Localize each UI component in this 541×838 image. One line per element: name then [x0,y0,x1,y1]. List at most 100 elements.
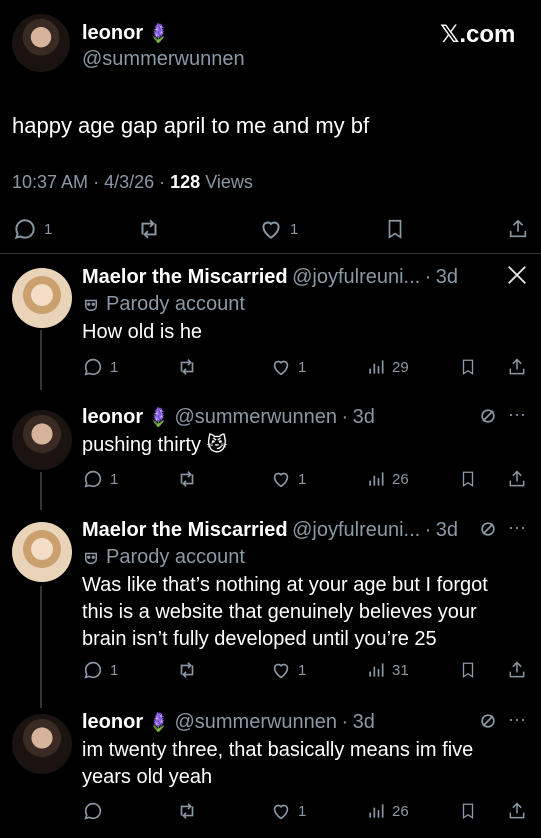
like-button[interactable]: 1 [270,800,306,822]
views-count: 26 [392,802,409,820]
retweet-button[interactable] [175,356,199,378]
views-count: 128 [170,172,201,192]
retweet-icon [141,219,157,239]
meta-dot: · [159,172,171,192]
reply-handle[interactable]: @summerwunnen [174,711,337,733]
reply-avatar[interactable] [12,410,72,470]
main-like-count: 1 [290,220,299,238]
views-button[interactable]: 26 [366,800,409,822]
share-icon [509,358,525,375]
reply-age: 3d [435,266,459,288]
main-retweet-button[interactable] [135,216,163,242]
more-icon[interactable]: ··· [508,709,526,730]
share-icon [509,802,525,819]
share-button[interactable] [507,800,527,822]
retweet-button[interactable] [175,468,199,490]
heart-icon [273,360,289,376]
bookmark-button[interactable] [459,659,477,681]
more-icon[interactable]: ··· [508,517,526,538]
reply-header: leonor 🪻 @summerwunnen · 3d [82,406,375,429]
reply-button[interactable]: 1 [82,659,118,681]
reply-icon [84,470,102,488]
reply-emoji: 🪻 [147,712,170,732]
author-avatar[interactable] [12,14,70,72]
post-meta: 10:37 AM · 4/3/26 · 128 Views [12,172,253,193]
reply-icon [14,219,35,240]
reply-handle[interactable]: @joyfulreuni... [292,266,420,288]
main-reply-button[interactable]: 1 [12,216,52,242]
reply-avatar[interactable] [12,714,72,774]
views-button[interactable]: 31 [366,659,409,681]
retweet-icon [180,803,194,819]
parody-label: Parody account [106,293,245,315]
reply-name[interactable]: leonor [82,711,143,733]
reply-button[interactable]: 1 [82,356,118,378]
reply-header: Maelor the Miscarried @joyfulreuni... · … [82,519,458,542]
main-bookmark-button[interactable] [384,216,406,242]
parody-badge: Parody account [82,293,245,316]
reply-button[interactable]: 1 [82,468,118,490]
heart-icon [273,663,289,679]
reply-handle[interactable]: @summerwunnen [174,406,337,428]
like-button[interactable]: 1 [270,356,306,378]
meta-dot: · [341,711,349,733]
reply-count: 1 [110,470,119,488]
views-button[interactable]: 29 [366,356,409,378]
reply-count: 1 [110,358,119,376]
retweet-button[interactable] [175,659,199,681]
reply-icon [84,802,102,820]
grok-icon[interactable] [478,711,498,731]
like-button[interactable]: 1 [270,468,306,490]
reply-name[interactable]: Maelor the Miscarried [82,519,288,541]
reply-header: Maelor the Miscarried @joyfulreuni... · … [82,266,458,289]
views-button[interactable]: 26 [366,468,409,490]
retweet-icon [180,662,194,678]
like-count: 1 [298,358,307,376]
grok-icon[interactable] [478,519,498,539]
post-time: 10:37 AM [12,172,89,192]
reply-age: 3d [435,519,459,541]
share-button[interactable] [507,356,527,378]
reply-icon [84,358,102,376]
reply-name[interactable]: leonor [82,406,143,428]
reply-handle[interactable]: @joyfulreuni... [292,519,420,541]
reply-text: pushing thirty 😼 [82,434,228,456]
like-button[interactable]: 1 [270,659,306,681]
meta-dot: · [424,519,432,541]
separator [0,253,541,254]
bookmark-icon [462,359,474,376]
grok-icon[interactable] [478,406,498,426]
author-handle[interactable]: @summerwunnen [82,48,245,71]
heart-icon [273,472,289,488]
meta-dot: · [93,172,105,192]
like-count: 1 [298,470,307,488]
bookmark-button[interactable] [459,356,477,378]
views-label: Views [205,172,253,192]
main-like-button[interactable]: 1 [258,216,298,242]
main-share-button[interactable] [507,216,529,242]
reply-avatar[interactable] [12,268,72,328]
author-emoji: 🪻 [147,23,170,43]
author-name-row[interactable]: leonor 🪻 [82,22,170,45]
reply-button[interactable] [82,800,104,822]
post-date: 4/3/26 [104,172,155,192]
share-icon [509,470,525,487]
views-count: 31 [392,661,409,679]
reply-text: Was like that’s nothing at your age but … [82,574,488,650]
retweet-button[interactable] [175,800,199,822]
more-icon[interactable]: ··· [508,404,526,425]
share-button[interactable] [507,468,527,490]
parody-label: Parody account [106,546,245,568]
meta-dot: · [424,266,432,288]
views-icon [369,472,384,486]
reply-avatar[interactable] [12,522,72,582]
like-count: 1 [298,802,307,820]
views-icon [369,663,384,677]
bookmark-button[interactable] [459,468,477,490]
views-count: 26 [392,470,409,488]
bookmark-button[interactable] [459,800,477,822]
author-name: leonor [82,22,144,44]
share-button[interactable] [507,659,527,681]
main-reply-count: 1 [44,220,53,238]
reply-name[interactable]: Maelor the Miscarried [82,266,288,288]
